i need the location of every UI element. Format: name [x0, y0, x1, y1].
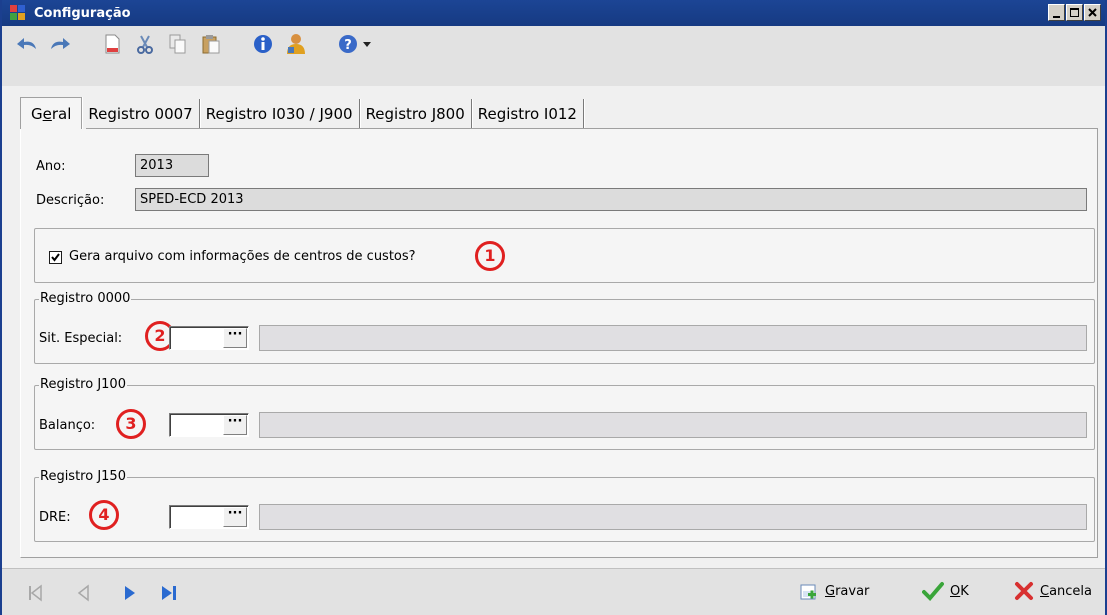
tab-geral[interactable]: Geral	[20, 97, 83, 129]
first-record-icon[interactable]	[26, 583, 46, 603]
dre-label: DRE:	[39, 510, 71, 525]
registro-0000-group: Registro 0000 Sit. Especial: 2 ···	[34, 291, 1095, 364]
sit-especial-description	[259, 325, 1087, 351]
previous-record-icon[interactable]	[74, 583, 94, 603]
ano-label: Ano:	[36, 159, 66, 174]
checkmark-icon	[922, 582, 944, 601]
undo-icon[interactable]	[16, 33, 38, 55]
balanco-description	[259, 412, 1087, 438]
info-icon[interactable]	[252, 33, 274, 55]
tab-strip: Geral Registro 0007 Registro I030 / J900…	[20, 97, 584, 129]
checkmark-icon	[51, 253, 60, 262]
tab-registro-i012[interactable]: Registro I012	[472, 99, 584, 129]
user-icon[interactable]	[285, 33, 307, 55]
paste-icon[interactable]	[200, 33, 222, 55]
copy-icon[interactable]	[167, 33, 189, 55]
ok-label: OK	[950, 583, 969, 599]
last-record-icon[interactable]	[159, 583, 179, 603]
gravar-label: Gravar	[825, 583, 870, 599]
cancel-x-icon	[1015, 582, 1033, 600]
centros-custos-label: Gera arquivo com informações de centros …	[69, 249, 416, 264]
balanco-label: Balanço:	[39, 418, 96, 433]
minimize-button[interactable]	[1048, 4, 1065, 21]
balanco-browse-button[interactable]: ···	[223, 415, 247, 435]
cut-icon[interactable]	[134, 33, 156, 55]
gravar-button[interactable]: Gravar	[799, 581, 869, 601]
registro-j100-group: Registro J100 Balanço: 3 ···	[34, 377, 1095, 450]
cancela-label: Cancela	[1040, 583, 1093, 599]
centros-custos-checkbox[interactable]	[49, 251, 62, 264]
sit-especial-browse-button[interactable]: ···	[223, 328, 247, 348]
new-document-icon[interactable]	[101, 33, 123, 55]
tab-registro-j800[interactable]: Registro J800	[360, 99, 472, 129]
registro-j150-title: Registro J150	[39, 469, 127, 484]
tab-registro-i030-j900[interactable]: Registro I030 / J900	[200, 99, 360, 129]
tab-registro-0007[interactable]: Registro 0007	[82, 99, 200, 129]
help-icon[interactable]: ?	[337, 33, 359, 55]
next-record-icon[interactable]	[120, 583, 140, 603]
bottom-bar: Gravar OK Cancela	[2, 568, 1105, 615]
maximize-button[interactable]	[1066, 4, 1083, 21]
balanco-lookup[interactable]: ···	[169, 413, 249, 437]
dropdown-arrow-icon[interactable]	[362, 33, 372, 55]
redo-icon[interactable]	[49, 33, 71, 55]
callout-badge-3: 3	[116, 409, 146, 439]
centros-custos-group: Gera arquivo com informações de centros …	[34, 228, 1095, 283]
callout-badge-1: 1	[475, 241, 505, 271]
window-title: Configuração	[34, 5, 131, 21]
sit-especial-lookup[interactable]: ···	[169, 326, 249, 350]
save-icon	[800, 584, 816, 600]
cancela-button[interactable]: Cancela	[1014, 581, 1092, 601]
ok-button[interactable]: OK	[922, 581, 969, 601]
close-button[interactable]	[1084, 4, 1101, 21]
registro-0000-title: Registro 0000	[39, 291, 132, 306]
configuration-window: Configuração ? Geral Registro 0007 Regis…	[0, 0, 1107, 615]
dre-lookup[interactable]: ···	[169, 505, 249, 529]
tab-geral-label: Geral	[31, 104, 72, 123]
descricao-label: Descrição:	[36, 193, 105, 208]
registro-j100-title: Registro J100	[39, 377, 127, 392]
dre-browse-button[interactable]: ···	[223, 507, 247, 527]
descricao-field[interactable]: SPED-ECD 2013	[135, 188, 1087, 211]
sit-especial-label: Sit. Especial:	[39, 331, 123, 346]
registro-j150-group: Registro J150 DRE: 4 ···	[34, 469, 1095, 542]
tab-panel-geral: Ano: 2013 Descrição: SPED-ECD 2013 Gera …	[20, 129, 1098, 558]
app-icon	[10, 5, 26, 21]
dre-description	[259, 504, 1087, 530]
title-bar: Configuração	[2, 0, 1105, 26]
ano-field[interactable]: 2013	[135, 154, 209, 177]
svg-text:?: ?	[344, 38, 352, 53]
callout-badge-4: 4	[89, 500, 119, 530]
toolbar: ?	[2, 26, 1105, 86]
